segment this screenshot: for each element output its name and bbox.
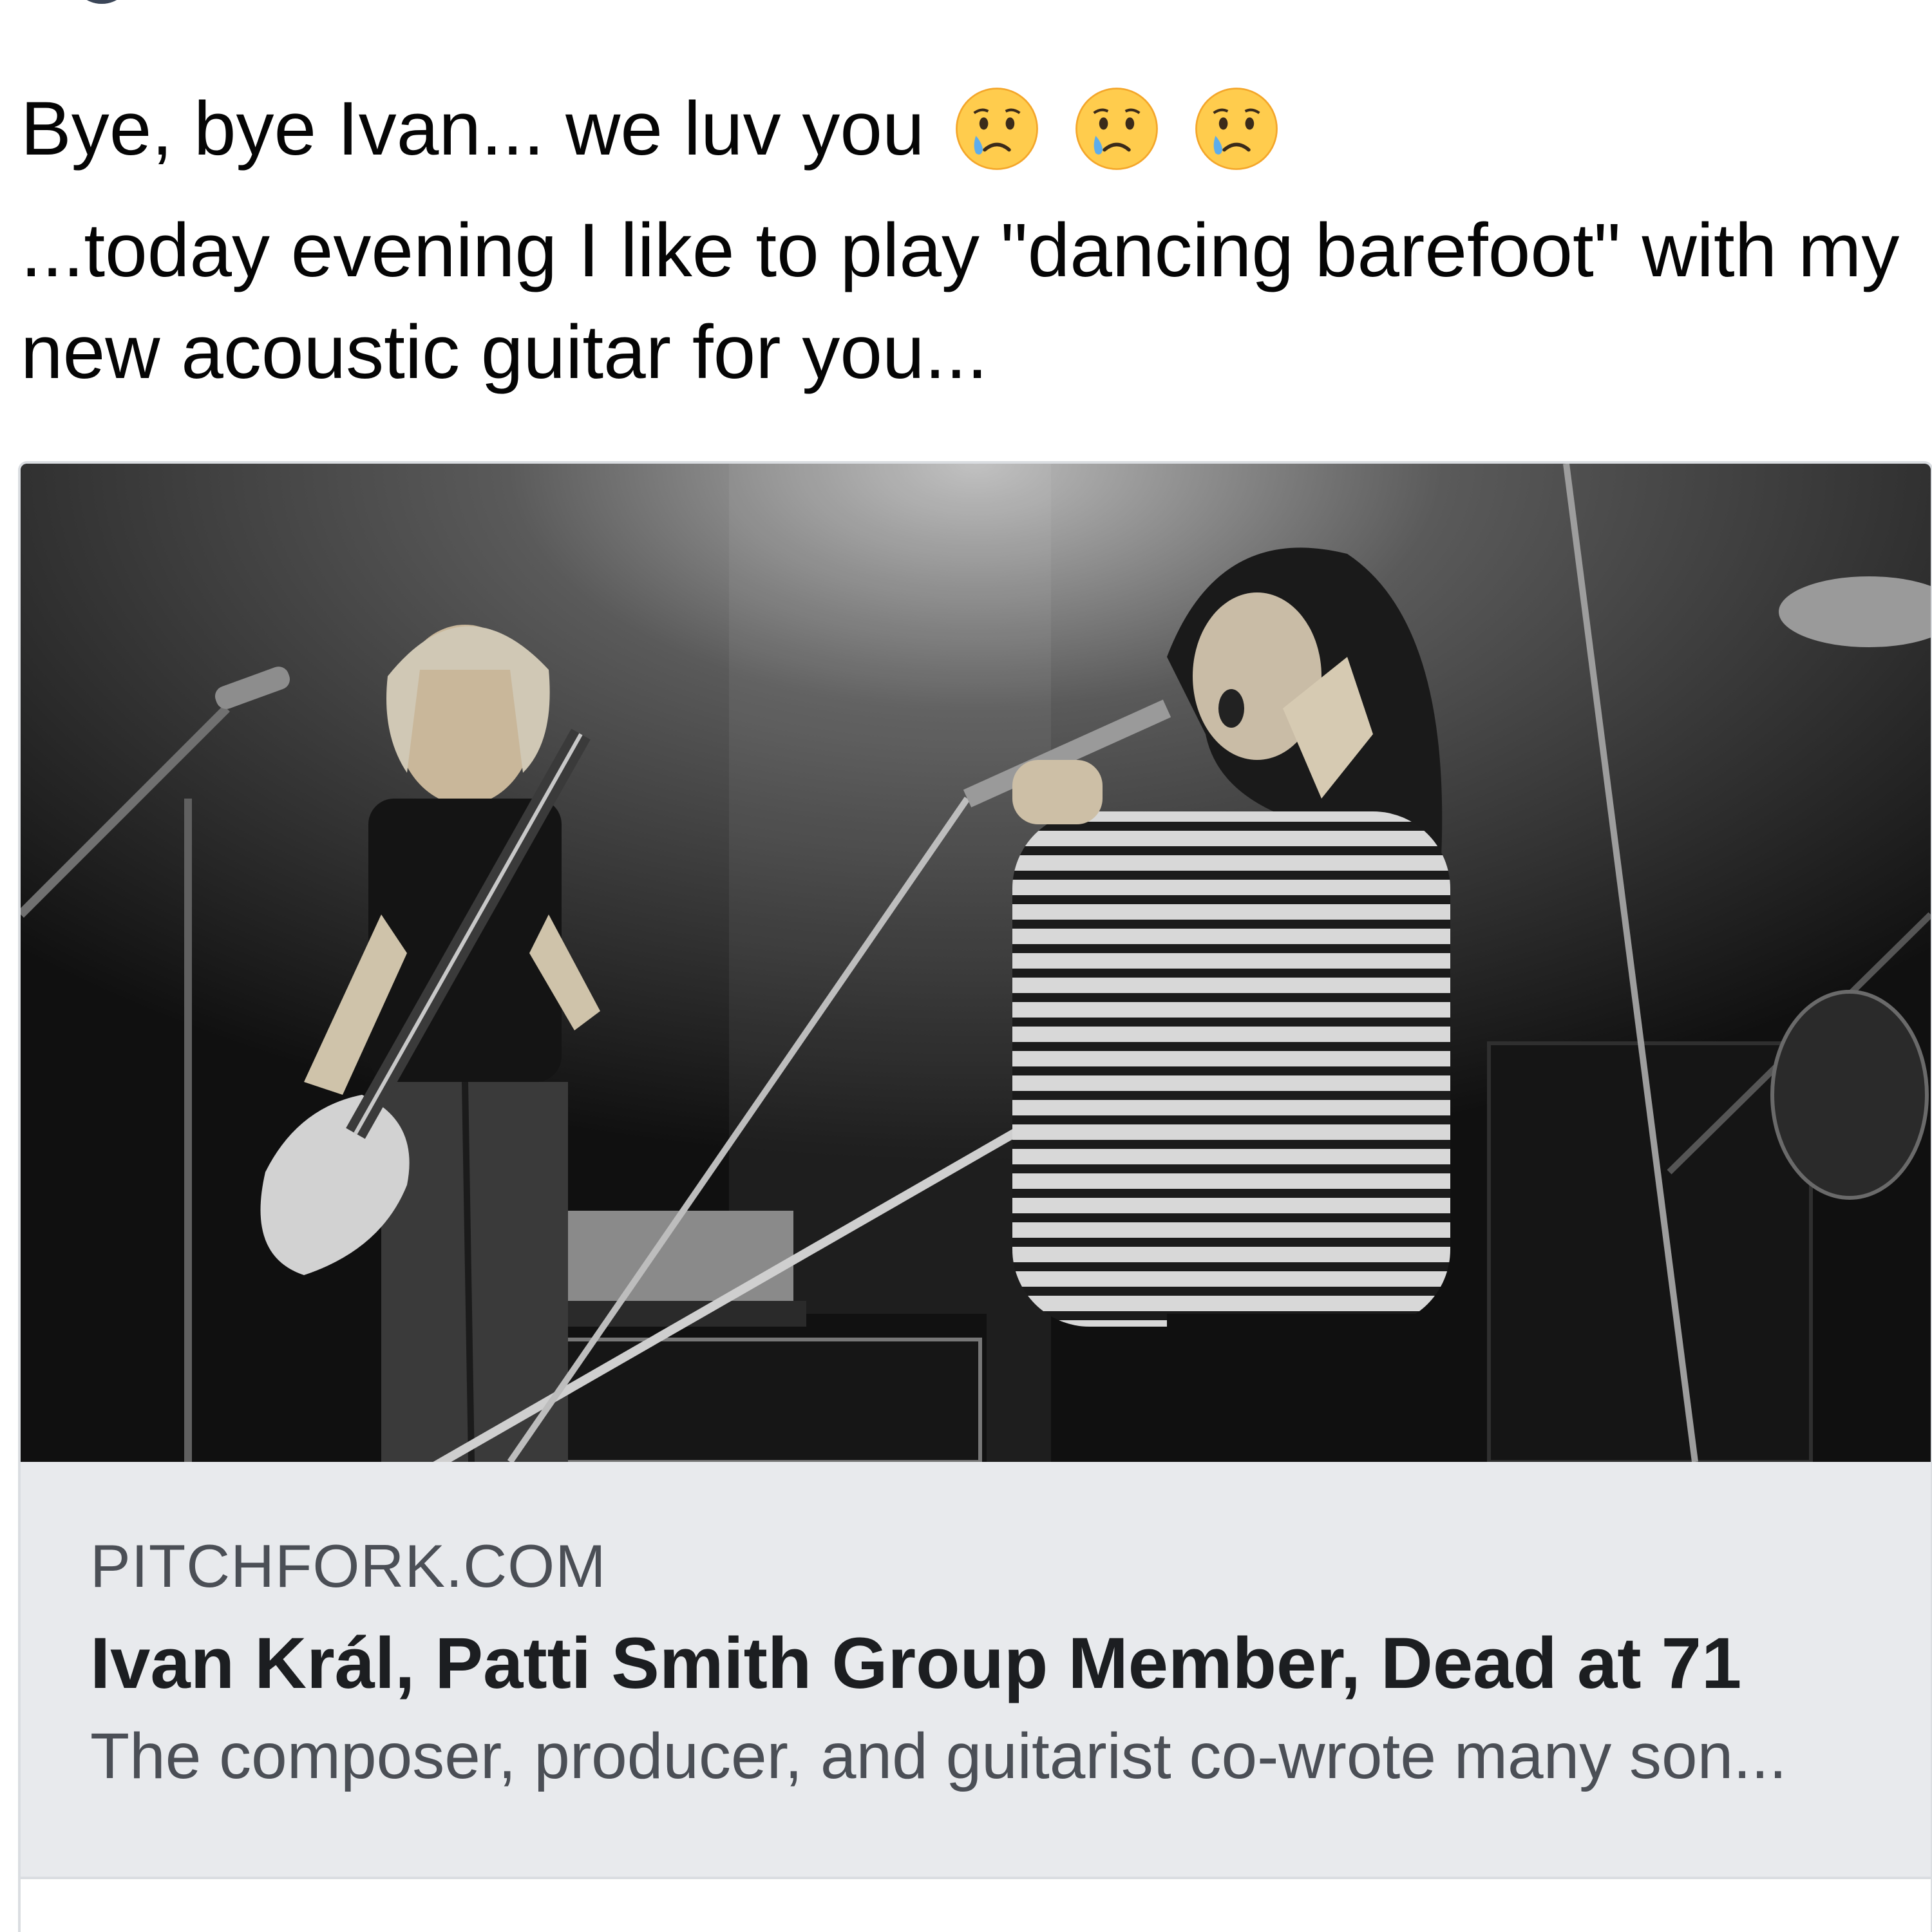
post-message-line-2: ...today evening I like to play "dancing… xyxy=(21,208,1900,395)
link-preview-card[interactable]: PITCHFORK.COM Ivan Král, Patti Smith Gro… xyxy=(18,461,1932,1932)
crying-face-icon xyxy=(955,88,1038,170)
link-headline[interactable]: Ivan Král, Patti Smith Group Member, Dea… xyxy=(90,1622,1741,1705)
link-preview-meta[interactable]: PITCHFORK.COM Ivan Král, Patti Smith Gro… xyxy=(21,1462,1931,1877)
post-message-line-1: Bye, bye Ivan... we luv you xyxy=(21,77,1901,180)
crying-face-icon xyxy=(1195,88,1278,170)
link-description: The composer, producer, and guitarist co… xyxy=(90,1720,1787,1792)
link-preview-image[interactable] xyxy=(21,464,1931,1462)
link-source-domain: PITCHFORK.COM xyxy=(90,1532,607,1600)
card-footer-area xyxy=(21,1877,1931,1932)
crying-face-icon xyxy=(1075,88,1158,170)
post-message: Bye, bye Ivan... we luv you ...today eve… xyxy=(21,77,1901,403)
author-avatar[interactable] xyxy=(71,0,133,4)
facebook-post: Bye, bye Ivan... we luv you ...today eve… xyxy=(0,0,1932,1932)
post-message-text-1: Bye, bye Ivan... we luv you xyxy=(21,86,925,171)
concert-photo xyxy=(21,464,1931,1462)
